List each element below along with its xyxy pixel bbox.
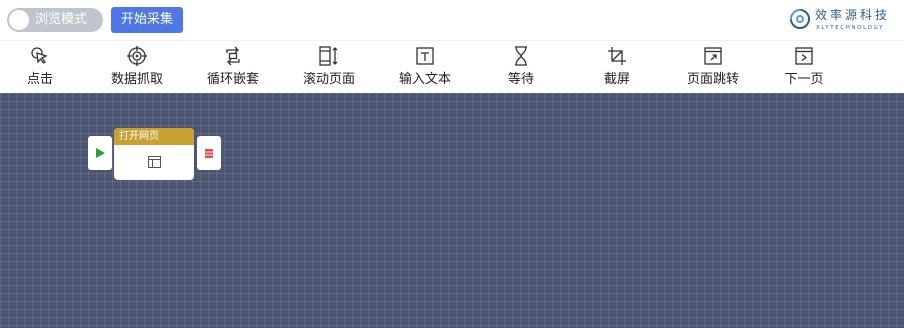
webpage-icon: [148, 156, 161, 168]
tool-loop-label: 循环嵌套: [206, 72, 259, 87]
tool-scroll[interactable]: 滚动页面: [296, 45, 362, 91]
next-page-icon: [795, 47, 813, 65]
tool-wait-label: 等待: [507, 72, 534, 87]
stop-icon: [205, 149, 213, 158]
action-toolbar: 点击 数据抓取 循环嵌套 滚动页面 输入文本 等待 截屏 页面跳转 下一页: [0, 40, 904, 94]
tool-click-label: 点击: [26, 72, 53, 87]
cursor-icon: [31, 47, 48, 64]
brand-name: 效率源科技: [815, 8, 891, 22]
tool-screenshot[interactable]: 截屏: [590, 45, 644, 91]
stop-node-button[interactable]: [197, 136, 221, 170]
loop-icon: [226, 46, 240, 66]
top-bar: 浏览模式 开始采集 效率源科技 XLYTECHNOLOGY: [0, 0, 904, 40]
tool-next-page-label: 下一页: [784, 72, 824, 87]
browse-mode-label: 浏览模式: [35, 12, 88, 27]
crop-icon: [608, 47, 626, 65]
tool-click[interactable]: 点击: [10, 45, 70, 91]
tool-scroll-label: 滚动页面: [302, 72, 355, 87]
hourglass-icon: [515, 46, 527, 66]
tool-page-jump[interactable]: 页面跳转: [680, 45, 746, 91]
browse-mode-toggle[interactable]: 浏览模式: [7, 8, 103, 32]
start-collect-button[interactable]: 开始采集: [111, 7, 183, 33]
brand-swirl-icon: [790, 9, 810, 29]
tool-input-text-label: 输入文本: [398, 72, 451, 87]
play-icon: [96, 148, 105, 158]
flow-node-open-webpage[interactable]: 打开网页: [114, 128, 194, 180]
run-node-button[interactable]: [88, 136, 112, 170]
toggle-knob: [9, 10, 29, 30]
page-jump-icon: [704, 47, 722, 65]
tool-next-page[interactable]: 下一页: [776, 45, 832, 91]
tool-wait[interactable]: 等待: [494, 45, 548, 91]
scroll-icon: [319, 46, 338, 66]
node-title: 打开网页: [119, 131, 159, 142]
node-header: 打开网页: [114, 128, 194, 145]
text-input-icon: [416, 47, 434, 65]
tool-screenshot-label: 截屏: [603, 72, 630, 87]
tool-data-capture[interactable]: 数据抓取: [104, 45, 170, 91]
crosshair-icon: [127, 46, 147, 66]
tool-data-capture-label: 数据抓取: [110, 72, 163, 87]
tool-loop[interactable]: 循环嵌套: [200, 45, 266, 91]
tool-page-jump-label: 页面跳转: [686, 72, 739, 87]
brand-logo: 效率源科技 XLYTECHNOLOGY: [788, 5, 898, 35]
brand-subtitle: XLYTECHNOLOGY: [816, 25, 885, 31]
tool-input-text[interactable]: 输入文本: [392, 45, 458, 91]
